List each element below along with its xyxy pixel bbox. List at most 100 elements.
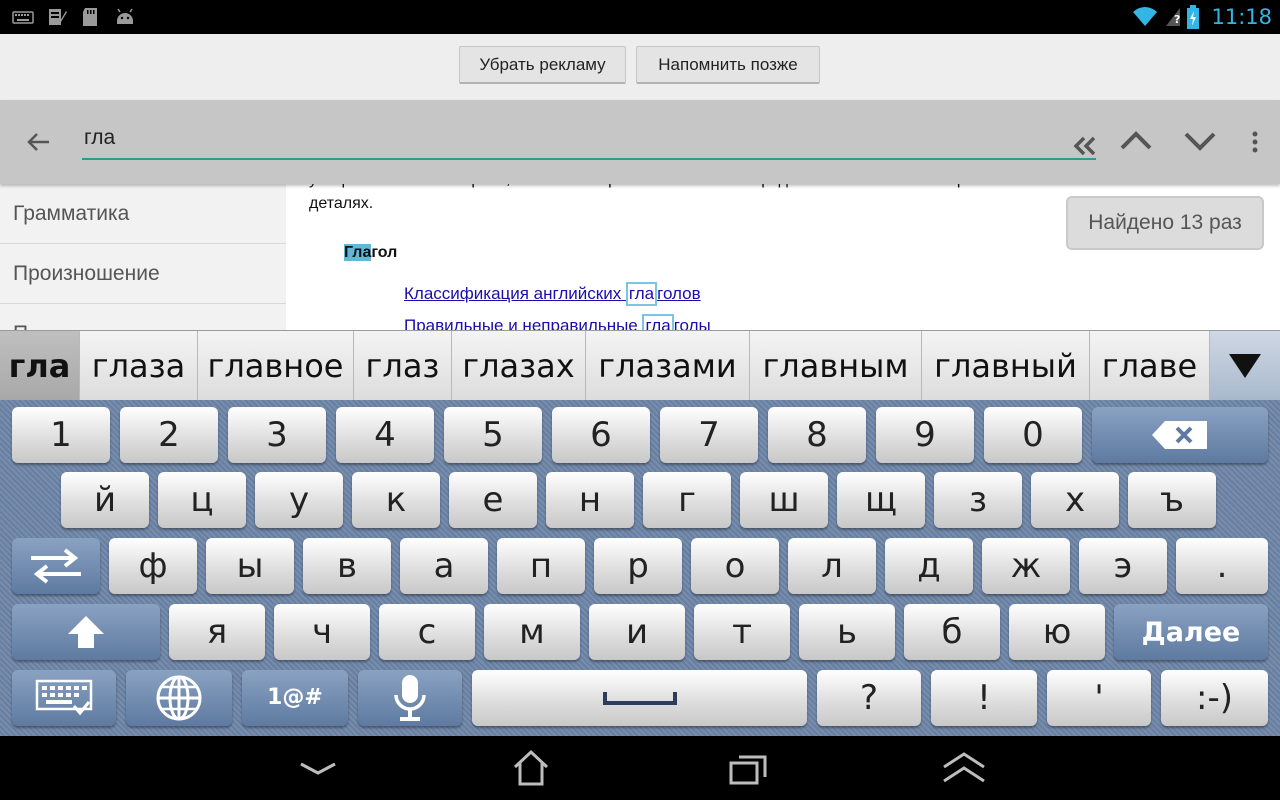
suggestion-item[interactable]: глазами (586, 331, 750, 401)
key-exclamation[interactable]: ! (931, 670, 1037, 726)
key-5[interactable]: 5 (444, 407, 542, 463)
key-7[interactable]: 7 (660, 407, 758, 463)
key-label: г (678, 480, 696, 520)
key-question[interactable]: ? (817, 670, 921, 726)
key-period[interactable]: . (1176, 538, 1268, 594)
suggestion-item[interactable]: главный (922, 331, 1090, 401)
key-letter[interactable]: ц (158, 472, 246, 528)
svg-text:?: ? (1174, 13, 1180, 26)
recent-apps-icon[interactable] (718, 746, 778, 790)
key-letter[interactable]: ч (274, 604, 370, 660)
next-match-icon[interactable] (1178, 120, 1222, 164)
key-1[interactable]: 1 (12, 407, 110, 463)
suggestion-item[interactable]: главе (1090, 331, 1210, 401)
key-letter[interactable]: г (643, 472, 731, 528)
voice-input-key[interactable] (358, 670, 462, 726)
key-label: в (336, 546, 358, 586)
globe-icon (156, 675, 202, 721)
key-8[interactable]: 8 (768, 407, 866, 463)
key-letter[interactable]: ъ (1128, 472, 1216, 528)
key-label: ц (190, 480, 214, 520)
key-letter[interactable]: б (904, 604, 1000, 660)
key-letter[interactable]: й (61, 472, 149, 528)
key-letter[interactable]: т (694, 604, 790, 660)
key-letter[interactable]: н (546, 472, 634, 528)
keyboard-icon (12, 11, 34, 24)
key-letter[interactable]: и (589, 604, 685, 660)
key-letter[interactable]: щ (837, 472, 925, 528)
key-letter[interactable]: ы (206, 538, 294, 594)
key-letter[interactable]: в (303, 538, 391, 594)
expand-suggestions-button[interactable] (1210, 331, 1280, 401)
key-4[interactable]: 4 (336, 407, 434, 463)
backspace-key[interactable] (1092, 407, 1268, 463)
search-input[interactable] (82, 118, 1096, 160)
key-letter[interactable]: а (400, 538, 488, 594)
keyboard-settings-key[interactable] (12, 670, 116, 726)
link-verb-classification[interactable]: Классификация английских гла голов (404, 282, 701, 306)
key-0[interactable]: 0 (984, 407, 1082, 463)
key-letter[interactable]: я (169, 604, 265, 660)
key-3[interactable]: 3 (228, 407, 326, 463)
key-letter[interactable]: ю (1009, 604, 1105, 660)
key-letter[interactable]: з (934, 472, 1022, 528)
key-6[interactable]: 6 (552, 407, 650, 463)
section-heading: Глагол (344, 244, 397, 262)
shift-key[interactable] (12, 604, 160, 660)
key-letter[interactable]: е (449, 472, 537, 528)
key-letter[interactable]: р (594, 538, 682, 594)
suggestion-item[interactable]: глаз (354, 331, 452, 401)
suggestion-item[interactable]: глаза (80, 331, 198, 401)
key-2[interactable]: 2 (120, 407, 218, 463)
remind-later-button[interactable]: Напомнить позже (636, 46, 820, 84)
key-letter[interactable]: с (379, 604, 475, 660)
link-regular-irregular-verbs[interactable]: Правильные и неправильные гла голы (404, 314, 711, 330)
symbols-key[interactable]: 1@# (242, 670, 348, 726)
key-letter[interactable]: э (1079, 538, 1167, 594)
key-label: . (1216, 546, 1228, 586)
suggestion-item[interactable]: гла (0, 331, 80, 401)
sidebar-item-grammar[interactable]: Грамматика (0, 184, 286, 244)
suggestion-item[interactable]: главным (750, 331, 922, 401)
key-label: а (433, 546, 455, 586)
key-label: 0 (1022, 415, 1044, 455)
remove-ads-button[interactable]: Убрать рекламу (459, 46, 626, 84)
key-letter[interactable]: д (885, 538, 973, 594)
signal-unknown-icon: ? (1166, 8, 1181, 26)
back-arrow-icon[interactable] (14, 122, 62, 162)
space-key[interactable] (472, 670, 807, 726)
key-letter[interactable]: п (497, 538, 585, 594)
hide-keyboard-icon[interactable] (288, 746, 348, 790)
switch-language-key[interactable] (12, 538, 100, 594)
key-label: е (482, 480, 504, 520)
key-letter[interactable]: к (352, 472, 440, 528)
previous-match-icon[interactable] (1114, 118, 1158, 162)
key-letter[interactable]: о (691, 538, 779, 594)
sidebar-item-pronunciation[interactable]: Произношение (0, 244, 286, 304)
clipboard-icon (49, 9, 67, 25)
key-apostrophe[interactable]: ' (1047, 670, 1151, 726)
enter-next-key[interactable]: Далее (1114, 604, 1268, 660)
triangle-down-icon (1229, 354, 1261, 378)
collapse-icon[interactable] (1064, 126, 1104, 166)
key-label: ч (311, 612, 333, 652)
overflow-menu-icon[interactable] (1240, 122, 1270, 162)
sidebar-item-partial[interactable]: П (0, 304, 286, 331)
key-letter[interactable]: ь (799, 604, 895, 660)
suggestion-item[interactable]: глазах (452, 331, 586, 401)
key-letter[interactable]: ж (982, 538, 1070, 594)
key-letter[interactable]: у (255, 472, 343, 528)
home-icon[interactable] (501, 746, 561, 790)
key-letter[interactable]: м (484, 604, 580, 660)
key-letter[interactable]: ф (109, 538, 197, 594)
suggestion-item[interactable]: главное (198, 331, 354, 401)
key-label: б (941, 612, 963, 652)
key-letter[interactable]: л (788, 538, 876, 594)
key-label: л (821, 546, 843, 586)
key-smiley[interactable]: :-) (1161, 670, 1268, 726)
key-letter[interactable]: х (1031, 472, 1119, 528)
menu-up-icon[interactable] (934, 746, 994, 790)
key-letter[interactable]: ш (740, 472, 828, 528)
key-9[interactable]: 9 (876, 407, 974, 463)
globe-key[interactable] (126, 670, 232, 726)
